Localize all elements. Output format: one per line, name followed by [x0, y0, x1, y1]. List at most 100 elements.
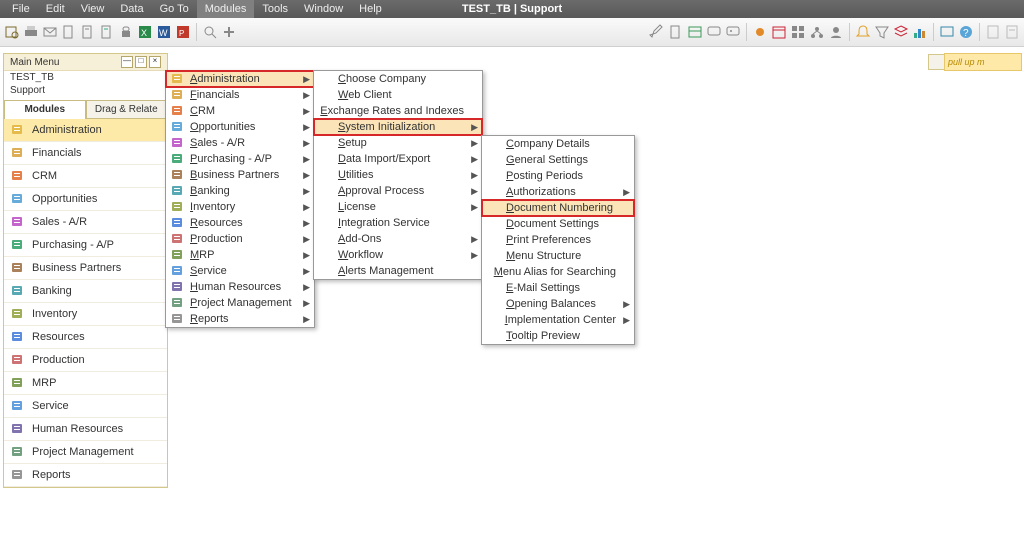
menu-item[interactable]: Human Resources▶: [166, 279, 314, 295]
menu-item[interactable]: CRM▶: [166, 103, 314, 119]
tb-r-grid-icon[interactable]: [790, 24, 806, 40]
sidebar-item[interactable]: Opportunities: [4, 188, 167, 211]
menu-item[interactable]: Utilities▶: [314, 167, 482, 183]
menu-item[interactable]: Document Settings: [482, 216, 634, 232]
menu-tools[interactable]: Tools: [254, 0, 296, 18]
tb-r-pencil-icon[interactable]: [649, 24, 665, 40]
menu-item[interactable]: Business Partners▶: [166, 167, 314, 183]
menu-item[interactable]: Opportunities▶: [166, 119, 314, 135]
menu-item[interactable]: MRP▶: [166, 247, 314, 263]
tb-r-note2-icon[interactable]: [1004, 24, 1020, 40]
tb-r-cal-icon[interactable]: [771, 24, 787, 40]
sidebar-item[interactable]: Service: [4, 395, 167, 418]
menu-window[interactable]: Window: [296, 0, 351, 18]
tb-word-icon[interactable]: W: [156, 24, 172, 40]
tb-r-funnel-icon[interactable]: [874, 24, 890, 40]
menu-item[interactable]: Inventory▶: [166, 199, 314, 215]
tab-drag-relate[interactable]: Drag & Relate: [86, 100, 168, 119]
sidebar-item[interactable]: Sales - A/R: [4, 211, 167, 234]
menu-item[interactable]: Service▶: [166, 263, 314, 279]
panel-close-icon[interactable]: ×: [149, 56, 161, 68]
tb-r-help-icon[interactable]: ?: [958, 24, 974, 40]
menu-view[interactable]: View: [73, 0, 113, 18]
menu-item[interactable]: License▶: [314, 199, 482, 215]
sidebar-item[interactable]: Inventory: [4, 303, 167, 326]
menu-item[interactable]: Integration Service: [314, 215, 482, 231]
menu-item[interactable]: Alerts Management: [314, 263, 482, 279]
sidebar-item[interactable]: Purchasing - A/P: [4, 234, 167, 257]
menu-item[interactable]: Purchasing - A/P▶: [166, 151, 314, 167]
sidebar-item[interactable]: Resources: [4, 326, 167, 349]
menu-item[interactable]: Authorizations▶: [482, 184, 634, 200]
tb-add-icon[interactable]: [221, 24, 237, 40]
tb-r-sheet-icon[interactable]: [687, 24, 703, 40]
tb-r-bubble2-icon[interactable]: [725, 24, 741, 40]
tb-lock-icon[interactable]: [118, 24, 134, 40]
tb-pdf-icon[interactable]: P: [175, 24, 191, 40]
sidebar-item[interactable]: Business Partners: [4, 257, 167, 280]
menu-item[interactable]: Choose Company: [314, 71, 482, 87]
tb-r-bell-icon[interactable]: [855, 24, 871, 40]
search-hint[interactable]: pull up m: [944, 53, 1022, 71]
menu-item[interactable]: Resources▶: [166, 215, 314, 231]
menu-item[interactable]: Project Management▶: [166, 295, 314, 311]
tb-r-layers-icon[interactable]: [893, 24, 909, 40]
menu-edit[interactable]: Edit: [38, 0, 73, 18]
sidebar-item[interactable]: Project Management: [4, 441, 167, 464]
panel-restore-icon[interactable]: □: [135, 56, 147, 68]
tb-doc2-icon[interactable]: [80, 24, 96, 40]
tb-find-icon[interactable]: [202, 24, 218, 40]
menu-item[interactable]: Sales - A/R▶: [166, 135, 314, 151]
sidebar-item[interactable]: Reports: [4, 464, 167, 487]
menu-item[interactable]: General Settings: [482, 152, 634, 168]
tb-r-screen-icon[interactable]: [939, 24, 955, 40]
tb-r-bubble-icon[interactable]: [706, 24, 722, 40]
sidebar-item[interactable]: Human Resources: [4, 418, 167, 441]
menu-goto[interactable]: Go To: [152, 0, 197, 18]
tb-r-chart-icon[interactable]: [912, 24, 928, 40]
menu-item[interactable]: Menu Alias for Searching: [482, 264, 634, 280]
menu-item[interactable]: Add-Ons▶: [314, 231, 482, 247]
tb-r-sun-icon[interactable]: [752, 24, 768, 40]
tb-preview-icon[interactable]: [4, 24, 20, 40]
menu-item[interactable]: Menu Structure: [482, 248, 634, 264]
menu-item[interactable]: Financials▶: [166, 87, 314, 103]
menu-item[interactable]: Posting Periods: [482, 168, 634, 184]
menu-item[interactable]: Approval Process▶: [314, 183, 482, 199]
menu-item[interactable]: Administration▶: [166, 71, 314, 87]
tb-doc1-icon[interactable]: [61, 24, 77, 40]
menu-item[interactable]: E-Mail Settings: [482, 280, 634, 296]
tb-r-user-icon[interactable]: [828, 24, 844, 40]
menu-item[interactable]: Company Details: [482, 136, 634, 152]
menu-item[interactable]: Production▶: [166, 231, 314, 247]
menu-item[interactable]: Data Import/Export▶: [314, 151, 482, 167]
menu-item[interactable]: Banking▶: [166, 183, 314, 199]
sidebar-item[interactable]: Administration: [4, 119, 167, 142]
menu-item[interactable]: System Initialization▶: [314, 119, 482, 135]
menu-item[interactable]: Reports▶: [166, 311, 314, 327]
menu-item[interactable]: Opening Balances▶: [482, 296, 634, 312]
menu-item[interactable]: Exchange Rates and Indexes: [314, 103, 482, 119]
tb-r-doc-icon[interactable]: [668, 24, 684, 40]
sidebar-item[interactable]: Financials: [4, 142, 167, 165]
tab-modules[interactable]: Modules: [4, 100, 86, 119]
menu-modules[interactable]: Modules: [197, 0, 255, 18]
menu-item[interactable]: Print Preferences: [482, 232, 634, 248]
menu-item[interactable]: Document Numbering: [482, 200, 634, 216]
menu-item[interactable]: Setup▶: [314, 135, 482, 151]
sidebar-item[interactable]: MRP: [4, 372, 167, 395]
sidebar-item[interactable]: CRM: [4, 165, 167, 188]
tb-doc3-icon[interactable]: [99, 24, 115, 40]
tb-excel-icon[interactable]: X: [137, 24, 153, 40]
sidebar-item[interactable]: Banking: [4, 280, 167, 303]
sidebar-item[interactable]: Production: [4, 349, 167, 372]
tb-r-org-icon[interactable]: [809, 24, 825, 40]
panel-min-icon[interactable]: —: [121, 56, 133, 68]
menu-item[interactable]: Web Client: [314, 87, 482, 103]
menu-item[interactable]: Implementation Center▶: [482, 312, 634, 328]
menu-help[interactable]: Help: [351, 0, 390, 18]
tb-print-icon[interactable]: [23, 24, 39, 40]
menu-item[interactable]: Tooltip Preview: [482, 328, 634, 344]
tb-mail-icon[interactable]: [42, 24, 58, 40]
menu-item[interactable]: Workflow▶: [314, 247, 482, 263]
